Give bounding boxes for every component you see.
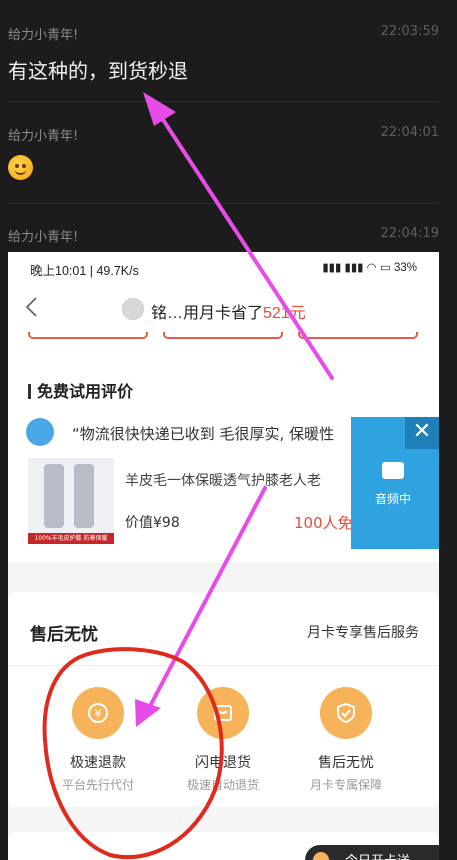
tab-stub (28, 332, 148, 339)
sender-name: 给力小青年! (8, 28, 79, 43)
chat-screen: 给力小青年! 22:03:59 有这种的，到货秒退 给力小青年! 22:04:0… (0, 0, 457, 860)
after-sales-card: 售后无忧 月卡专享售后服务 ¥ 极速退款 平台先行代付 闪电退货 极速自动退货 (8, 592, 439, 807)
svg-text:¥: ¥ (95, 707, 102, 720)
message-time: 22:04:01 (380, 125, 439, 140)
message-time: 22:04:19 (380, 226, 439, 241)
product-name[interactable]: 羊皮毛一体保暖透气护膝老人老 (125, 470, 321, 490)
nav-bar: 铭…用月卡省了521元 (8, 282, 439, 332)
bag-icon (197, 687, 249, 739)
after-sales-title: 售后无忧 (30, 625, 98, 645)
product-image-strip: 100%羊毛皮护膝 防寒保暖 (28, 533, 114, 544)
reviewer-avatar (26, 418, 54, 446)
status-time-speed: 晚上10:01 | 49.7K/s (30, 264, 139, 278)
signal-icon: ▮▮▮ ▮▮▮ ◠ ▭ (322, 262, 394, 274)
divider (8, 101, 439, 102)
back-arrow-icon[interactable] (22, 296, 44, 318)
feature-after-sales[interactable]: 售后无忧 月卡专属保障 (291, 687, 401, 793)
free-count: 100人免 (294, 514, 353, 532)
audio-label: 音频中 (375, 492, 412, 506)
review-quote: “物流很快快递已收到 毛很厚实, 保暖性 (72, 425, 335, 443)
feature-flash-return[interactable]: 闪电退货 极速自动退货 (168, 687, 278, 793)
divider (8, 665, 439, 666)
divider (8, 203, 439, 204)
yen-refresh-icon: ¥ (72, 687, 124, 739)
promo-button[interactable]: 今日开卡送 (305, 845, 439, 860)
sender-name: 给力小青年! (8, 129, 79, 144)
coin-icon (313, 852, 329, 860)
product-image[interactable]: 100%羊毛皮护膝 防寒保暖 (28, 458, 114, 544)
section-title: 免费试用评价 (28, 378, 133, 402)
close-icon[interactable]: ✕ (405, 417, 439, 449)
phone-status-bar: 晚上10:01 | 49.7K/s ▮▮▮ ▮▮▮ ◠ ▭ 33% (8, 252, 439, 282)
product-price: 价值¥98 (125, 515, 180, 531)
message-text[interactable]: 有这种的，到货秒退 (8, 55, 188, 84)
screenshot-image[interactable]: 晚上10:01 | 49.7K/s ▮▮▮ ▮▮▮ ◠ ▭ 33% 铭…用月卡省… (8, 252, 439, 860)
thinking-emoji-icon[interactable] (8, 155, 33, 180)
shield-check-icon (320, 687, 372, 739)
sender-name: 给力小青年! (8, 230, 79, 245)
tab-stub (298, 332, 418, 339)
audio-icon (382, 462, 404, 479)
tab-stub (163, 332, 283, 339)
avatar (122, 298, 144, 320)
message-time: 22:03:59 (380, 24, 439, 39)
pink-arrowhead-icon (143, 92, 176, 126)
battery-percent: ▮▮▮ ▮▮▮ ◠ ▭ 33% (322, 262, 417, 274)
page-title: 铭…用月卡省了521元 (151, 305, 306, 322)
after-sales-link[interactable]: 月卡专享售后服务 (307, 622, 419, 642)
feature-fast-refund[interactable]: ¥ 极速退款 平台先行代付 (43, 687, 153, 793)
